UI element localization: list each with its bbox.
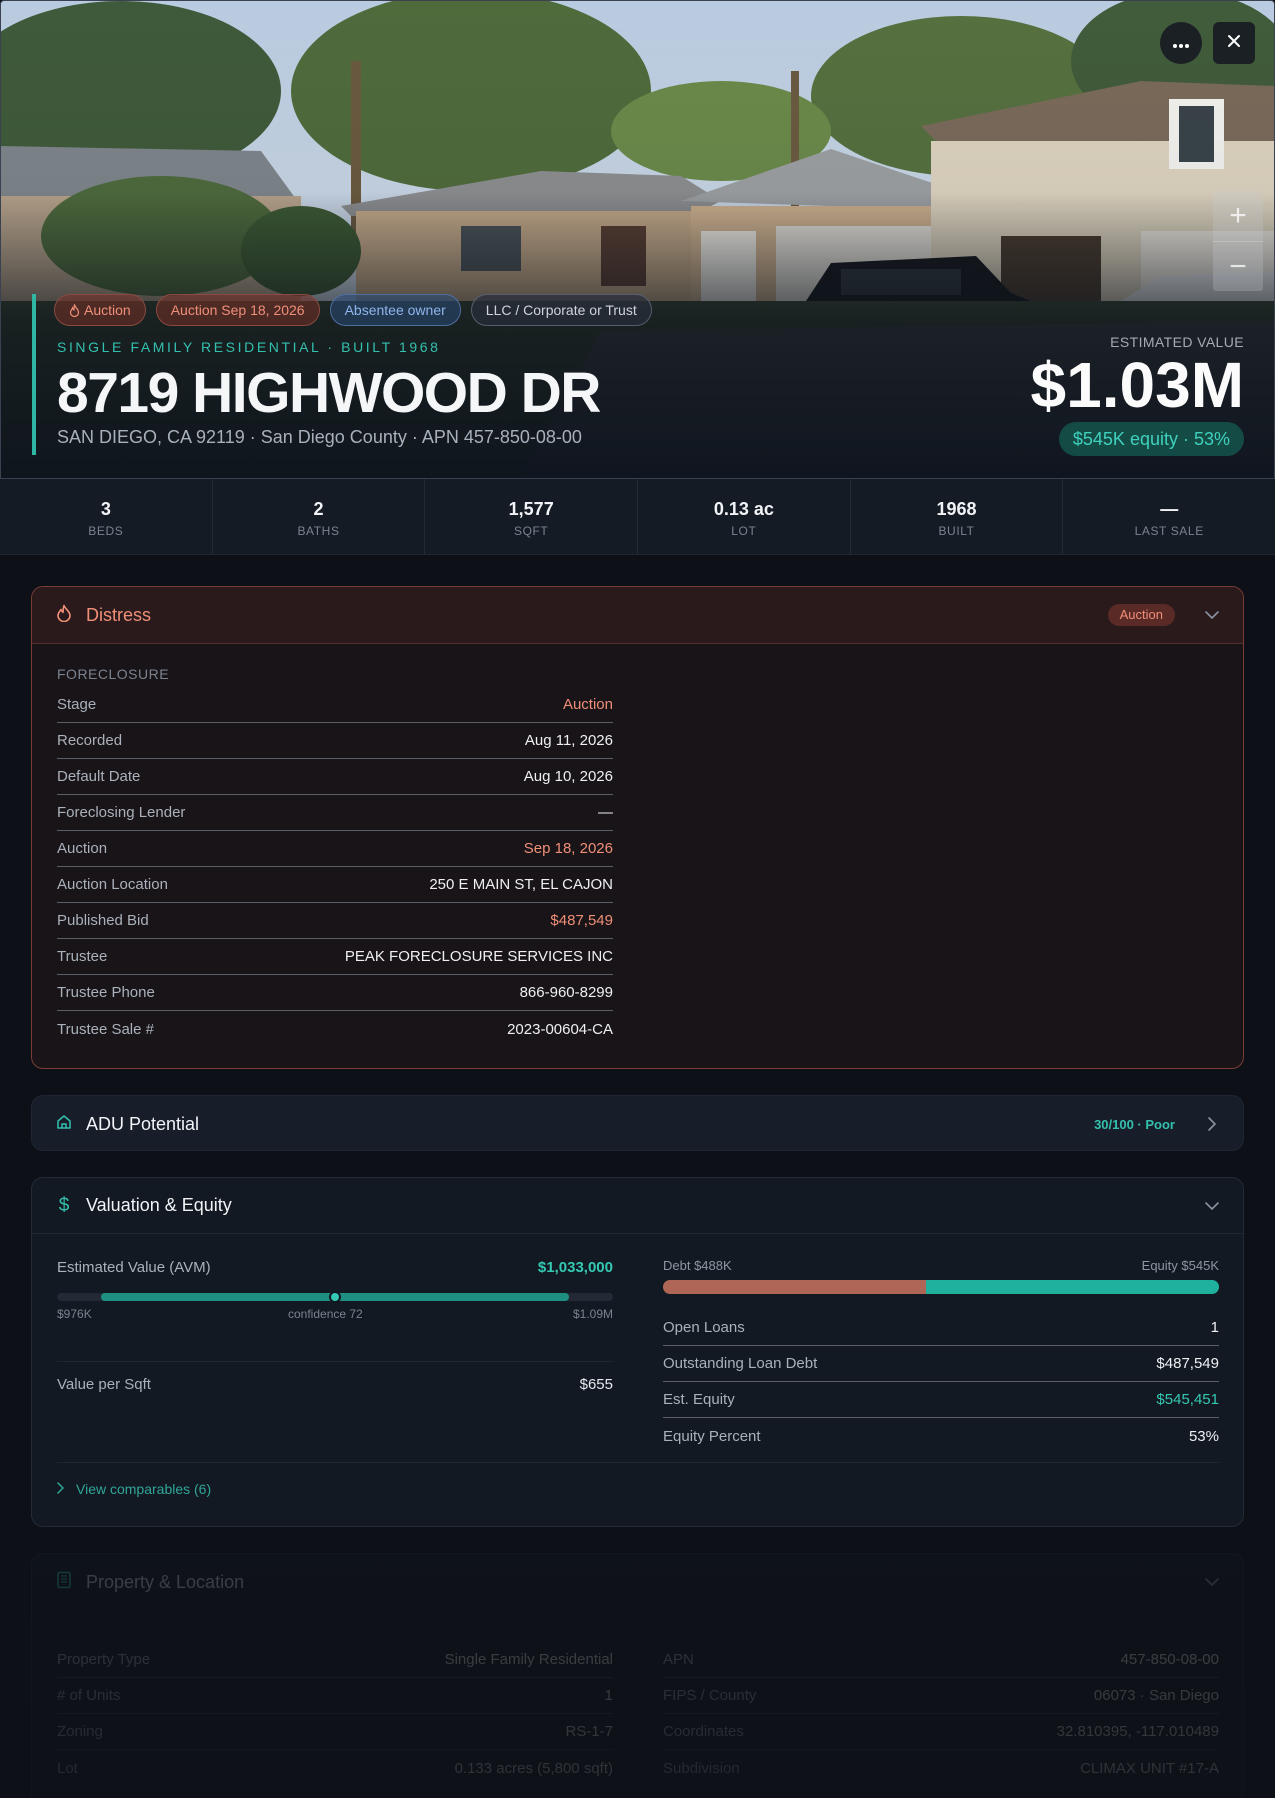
property-location-card: Property & Location Property Type Single …	[31, 1553, 1244, 1798]
flame-icon	[69, 297, 80, 327]
debt-equity-bar	[663, 1280, 1219, 1294]
building-icon	[56, 1571, 72, 1594]
distress-card-header[interactable]: Distress Auction	[32, 587, 1243, 644]
tag-auction-date: Auction Sep 18, 2026	[155, 294, 320, 326]
confidence-label: confidence 72	[288, 1307, 363, 1321]
adu-card-header[interactable]: ADU Potential 30/100 · Poor	[32, 1096, 1243, 1150]
avm-panel: Estimated Value (AVM) $1,033,000 $976K c…	[57, 1259, 613, 1397]
adu-potential-card[interactable]: ADU Potential 30/100 · Poor	[31, 1095, 1244, 1151]
detail-row: Trustee Phone 866-960-8299	[57, 975, 613, 1011]
zoom-in-button[interactable]: +	[1213, 191, 1263, 241]
valuation-card-header[interactable]: $ Valuation & Equity	[32, 1178, 1243, 1234]
detail-row: Equity Percent 53%	[663, 1427, 1219, 1445]
distress-title: Distress	[86, 604, 152, 625]
estimated-value-block: ESTIMATED VALUE $1.03M $545K equity · 53…	[1031, 334, 1244, 456]
equity-details: Open Loans 1 Outstanding Loan Debt $487,54…	[663, 1310, 1219, 1454]
detail-row: APN 457-850-08-00	[663, 1642, 1219, 1678]
equity-label: Equity $545K	[1141, 1258, 1219, 1273]
valuation-equity-card: $ Valuation & Equity Estimated Value (AV…	[31, 1177, 1244, 1527]
distress-status-badge: Auction	[1107, 604, 1175, 626]
property-address: 8719 HIGHWOOD DR	[57, 361, 601, 425]
value-per-sqft-row: Value per Sqft $655	[57, 1361, 613, 1397]
value-range-track	[57, 1291, 613, 1303]
detail-row: Auction Sep 18, 2026	[57, 831, 613, 867]
more-options-button[interactable]	[1160, 22, 1202, 64]
stat-last-sale: — LAST SALE	[1134, 499, 1204, 538]
map-zoom-controls: + −	[1213, 191, 1263, 291]
range-low-label: $976K	[57, 1307, 92, 1321]
stats-bar: 3 BEDS 2 BATHS 1,577 SQFT 0.13 ac LOT 1968 BU…	[0, 479, 1275, 555]
estimated-value-label: ESTIMATED VALUE	[1110, 334, 1244, 350]
equity-segment	[925, 1280, 1219, 1294]
debt-label: Debt $488K	[663, 1258, 732, 1273]
property-type-line: SINGLE FAMILY RESIDENTIAL · BUILT 1968	[57, 339, 441, 355]
more-horizontal-icon	[1172, 33, 1190, 54]
close-button[interactable]	[1213, 22, 1255, 64]
detail-row: Published Bid $487,549	[57, 903, 613, 939]
stat-beds: 3 BEDS	[0, 479, 213, 554]
stat-lot: 0.13 ac LOT	[638, 479, 851, 554]
stat-sqft: 1,577 SQFT	[425, 479, 639, 554]
stat-baths: 2 BATHS	[213, 479, 426, 554]
tag-llc-owner: LLC / Corporate or Trust	[470, 294, 652, 326]
detail-row: Lot 0.133 acres (5,800 sqft)	[57, 1759, 613, 1777]
tag-list: Auction Auction Sep 18, 2026 Absentee ow…	[54, 294, 652, 327]
detail-row: Trustee Sale #2023-00604-CA	[57, 1020, 613, 1038]
detail-row: Coordinates 32.810395, -117.010489	[663, 1714, 1219, 1750]
detail-row: Recorded Aug 11, 2026	[57, 723, 613, 759]
property-card-header[interactable]: Property & Location	[32, 1554, 1243, 1610]
detail-row: Est. Equity $545,451	[663, 1382, 1219, 1418]
home-icon	[56, 1114, 72, 1135]
flame-icon	[56, 604, 72, 627]
property-sub-address: SAN DIEGO, CA 92119 · San Diego County ·…	[57, 427, 582, 447]
adu-score: 30/100 · Poor	[1094, 1116, 1175, 1132]
avm-value: $1,033,000	[537, 1259, 613, 1276]
chevron-down-icon[interactable]	[1205, 1575, 1219, 1589]
detail-row: Zoning RS-1-7	[57, 1714, 613, 1750]
chevron-down-icon[interactable]	[1205, 1199, 1219, 1213]
detail-row: Open Loans 1	[663, 1310, 1219, 1346]
close-icon	[1226, 33, 1242, 54]
detail-row: Subdivision CLIMAX UNIT #17-A	[663, 1759, 1219, 1777]
detail-row: Outstanding Loan Debt $487,549	[663, 1346, 1219, 1382]
avm-label: Estimated Value (AVM)	[57, 1259, 211, 1276]
detail-row: Foreclosing Lender —	[57, 795, 613, 831]
value-range-marker	[329, 1291, 341, 1303]
valuation-title: Valuation & Equity	[86, 1195, 232, 1215]
detail-row: Trustee PEAK FORECLOSURE SERVICES INC	[57, 939, 613, 975]
detail-row: Auction Location 250 E MAIN ST, EL CAJON	[57, 867, 613, 903]
detail-row: FIPS / County 06073 · San Diego	[663, 1678, 1219, 1714]
property-details-right: APN 457-850-08-00 FIPS / County 06073 · Sa…	[663, 1642, 1219, 1786]
property-details-left: Property Type Single Family Residential #…	[57, 1642, 613, 1786]
distress-card: Distress Auction FORECLOSURE Stage Auctio…	[31, 586, 1244, 1069]
view-comparables-link[interactable]: View comparables (6)	[57, 1462, 1219, 1497]
estimated-value: $1.03M	[1030, 349, 1244, 421]
property-title: Property & Location	[86, 1571, 245, 1592]
adu-title: ADU Potential	[86, 1113, 200, 1134]
dollar-icon: $	[58, 1194, 70, 1216]
detail-row: Stage Auction	[57, 687, 613, 723]
tag-absentee-owner: Absentee owner	[329, 294, 461, 326]
chevron-down-icon[interactable]	[1205, 608, 1219, 622]
foreclosure-section-label: FORECLOSURE	[57, 666, 170, 682]
stat-built: 1968 BUILT	[851, 479, 1064, 554]
equity-pill: $545K equity · 53%	[1058, 422, 1244, 456]
detail-row: Property Type Single Family Residential	[57, 1642, 613, 1678]
detail-row: # of Units 1	[57, 1678, 613, 1714]
property-summary: Auction Auction Sep 18, 2026 Absentee ow…	[32, 294, 652, 455]
foreclosure-details: Stage Auction Recorded Aug 11, 2026 Defaul…	[57, 687, 613, 1047]
zoom-out-button[interactable]: −	[1213, 241, 1263, 291]
detail-row: Default Date Aug 10, 2026	[57, 759, 613, 795]
chevron-right-icon	[57, 1481, 65, 1497]
chevron-right-icon[interactable]	[1205, 1117, 1219, 1131]
hero-photo-header: + − Auction Auction Sep 18, 2026 Absente…	[0, 0, 1275, 479]
range-high-label: $1.09M	[572, 1307, 613, 1321]
equity-panel: Debt $488K Equity $545K Open Loans 1 Outs…	[663, 1258, 1219, 1454]
debt-segment	[663, 1280, 926, 1294]
tag-auction: Auction	[54, 294, 146, 326]
